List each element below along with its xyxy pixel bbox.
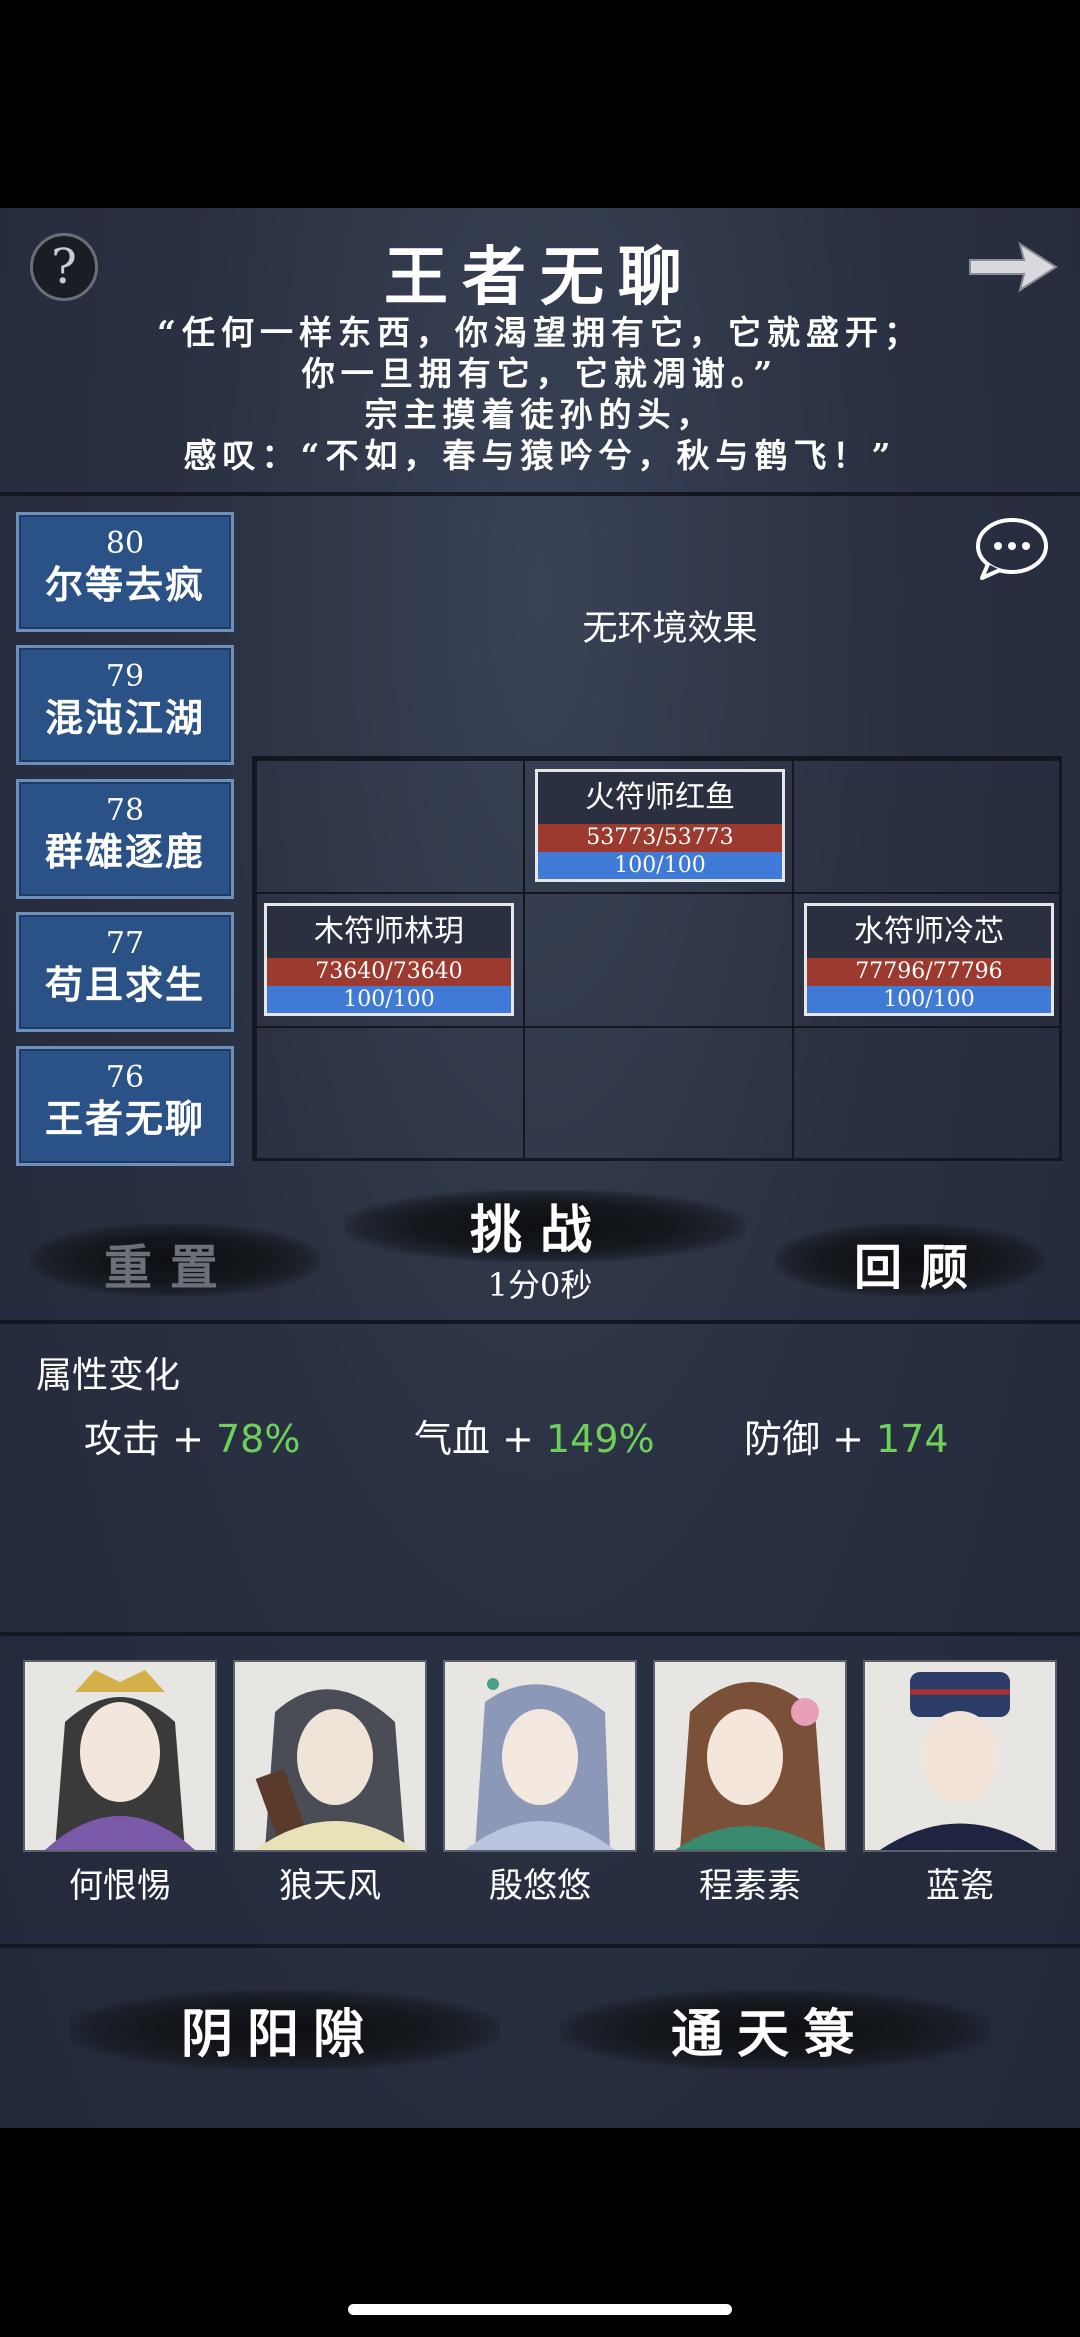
- reset-button[interactable]: 重置: [100, 1228, 240, 1298]
- grid-cell[interactable]: [255, 759, 525, 894]
- mp-bar: 100/100: [807, 986, 1051, 1013]
- challenge-timer: 1分0秒: [487, 1266, 593, 1304]
- divider: [0, 1320, 1080, 1324]
- divider: [0, 1632, 1080, 1636]
- enemy-unit[interactable]: 火符师红鱼 53773/53773 100/100: [535, 769, 785, 882]
- level-item[interactable]: 79 混沌江湖: [16, 645, 234, 765]
- character-portrait: [443, 1660, 637, 1852]
- enemy-unit[interactable]: 木符师林玥 73640/73640 100/100: [264, 903, 514, 1016]
- hp-bar: 77796/77796: [807, 958, 1051, 986]
- stage-quote: “任何一样东西，你渴望拥有它，它就盛开； 你一旦拥有它，它就凋谢。” 宗主摸着徒…: [157, 313, 923, 475]
- defense-change: 防御 + 174: [744, 1417, 949, 1461]
- attribute-title: 属性变化: [36, 1355, 181, 1396]
- level-item[interactable]: 77 苟且求生: [16, 912, 234, 1032]
- character-card[interactable]: 何恨惕: [23, 1660, 217, 1907]
- level-item[interactable]: 80 尔等去疯: [16, 512, 234, 632]
- yinyang-gap-button[interactable]: 阴阳隙: [180, 1992, 380, 2067]
- health-change: 气血 + 149%: [414, 1417, 655, 1461]
- mp-bar: 100/100: [267, 986, 511, 1013]
- attack-change: 攻击 + 78%: [84, 1417, 301, 1461]
- enemy-unit[interactable]: 水符师冷芯 77796/77796 100/100: [804, 903, 1054, 1016]
- level-item[interactable]: 78 群雄逐鹿: [16, 779, 234, 899]
- stage-title: 王者无聊: [384, 240, 696, 315]
- character-card[interactable]: 蓝瓷: [863, 1660, 1057, 1907]
- character-portrait: [863, 1660, 1057, 1852]
- character-card[interactable]: 狼天风: [233, 1660, 427, 1907]
- grid-cell[interactable]: [792, 1026, 1062, 1161]
- hp-bar: 53773/53773: [538, 824, 782, 852]
- character-portrait: [233, 1660, 427, 1852]
- home-indicator[interactable]: [348, 2304, 732, 2315]
- divider: [0, 492, 1080, 496]
- hp-bar: 73640/73640: [267, 958, 511, 986]
- grid-cell[interactable]: [523, 1026, 794, 1161]
- game-screen: ? 王者无聊 “任何一样东西，你渴望拥有它，它就盛开； 你一旦拥有它，它就凋谢。…: [0, 208, 1080, 2128]
- character-portrait: [653, 1660, 847, 1852]
- mp-bar: 100/100: [538, 852, 782, 879]
- character-card[interactable]: 殷悠悠: [443, 1660, 637, 1907]
- tongtian-talisman-button[interactable]: 通天箓: [670, 1992, 870, 2067]
- grid-cell[interactable]: [792, 759, 1062, 894]
- formation-grid: 火符师红鱼 53773/53773 100/100 木符师林玥 73640/73…: [252, 756, 1062, 1161]
- character-card[interactable]: 程素素: [653, 1660, 847, 1907]
- environment-effect: 无环境效果: [582, 609, 758, 649]
- level-item-current[interactable]: 76 王者无聊: [16, 1046, 234, 1166]
- challenge-button[interactable]: 挑战: [460, 1188, 620, 1263]
- next-arrow-icon[interactable]: [966, 238, 1060, 296]
- divider: [0, 1944, 1080, 1948]
- review-button[interactable]: 回顾: [850, 1228, 990, 1298]
- chat-bubble-icon[interactable]: [974, 516, 1050, 582]
- grid-cell[interactable]: [255, 1026, 525, 1161]
- grid-cell[interactable]: [523, 892, 794, 1028]
- character-portrait: [23, 1660, 217, 1852]
